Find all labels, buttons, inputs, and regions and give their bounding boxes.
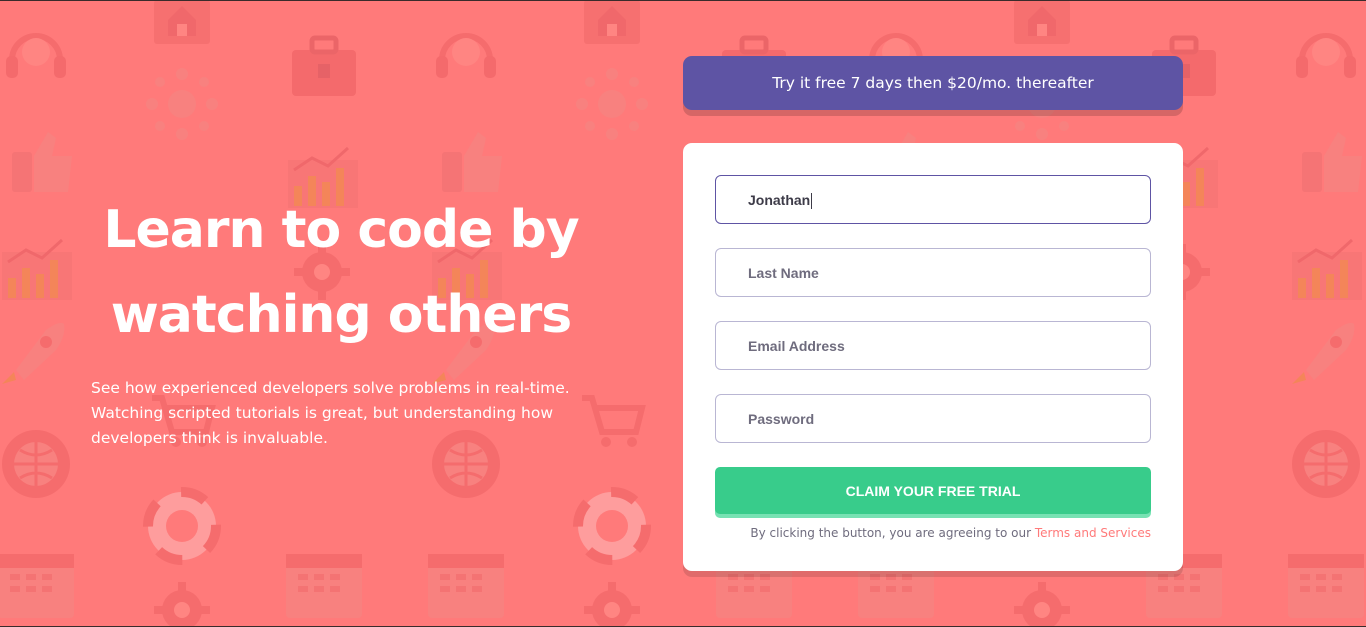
last-name-field[interactable] [715, 248, 1151, 297]
terms-link[interactable]: Terms and Services [1035, 526, 1151, 540]
promo-banner: Try it free 7 days then $20/mo. thereaft… [683, 56, 1183, 110]
signup-form: CLAIM YOUR FREE TRIAL By clicking the bu… [683, 143, 1183, 571]
claim-free-trial-button[interactable]: CLAIM YOUR FREE TRIAL [715, 467, 1151, 514]
terms-notice: By clicking the button, you are agreeing… [715, 526, 1151, 540]
first-name-input[interactable] [716, 176, 1150, 223]
password-input[interactable] [716, 395, 1150, 442]
top-border [0, 0, 1366, 1]
hero-section: Learn to code by watching others See how… [91, 188, 651, 451]
terms-text: By clicking the button, you are agreeing… [750, 526, 1032, 540]
password-field[interactable] [715, 394, 1151, 443]
email-field[interactable] [715, 321, 1151, 370]
hero-description: See how experienced developers solve pro… [91, 379, 570, 447]
signup-column: Try it free 7 days then $20/mo. thereaft… [683, 56, 1183, 571]
email-input[interactable] [716, 322, 1150, 369]
last-name-input[interactable] [716, 249, 1150, 296]
text-cursor [811, 193, 812, 209]
promo-text: Try it free 7 days then $20/mo. thereaft… [772, 74, 1094, 92]
hero-title: Learn to code by watching others [103, 200, 579, 345]
first-name-field[interactable] [715, 175, 1151, 224]
